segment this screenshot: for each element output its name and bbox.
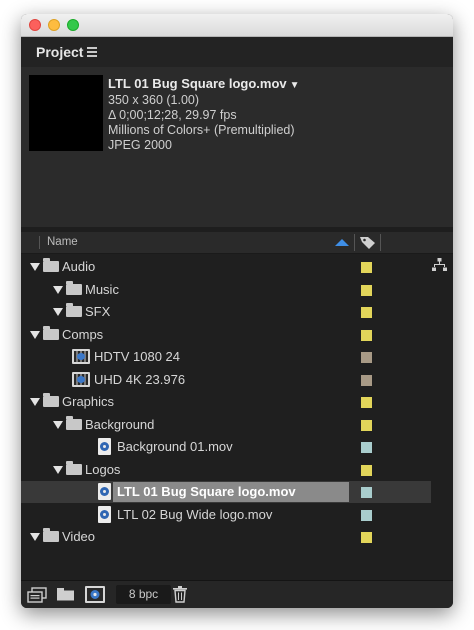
column-divider [39,236,40,249]
name-column-header[interactable]: Name [47,236,78,248]
folder-row[interactable]: Music [21,279,453,301]
footage-row[interactable]: LTL 02 Bug Wide logo.mov [21,504,453,526]
folder-icon [43,528,59,542]
composition-icon [72,371,90,387]
column-header: Name [21,232,453,254]
label-color-swatch[interactable] [361,397,372,408]
disclosure-triangle-icon[interactable] [53,420,63,429]
item-name: Background 01.mov [117,439,233,454]
label-color-swatch[interactable] [361,419,372,431]
folder-icon [66,415,82,430]
folder-row[interactable]: Audio [21,256,453,278]
item-name: Graphics [62,394,115,409]
minimize-window-button[interactable] [48,19,60,31]
folder-icon [66,460,82,475]
footage-row[interactable]: Background 01.mov [21,436,453,458]
label-color-swatch[interactable] [361,509,372,521]
label-color-swatch[interactable] [361,262,372,273]
folder-icon [43,325,59,340]
preview-meta-dimensions: 350 x 360 (1.00) [108,93,200,107]
composition-row[interactable]: HDTV 1080 24 [21,346,453,368]
label-color-swatch[interactable] [361,284,372,296]
folder-icon [66,280,82,295]
label-color-swatch[interactable] [361,487,372,498]
new-composition-icon[interactable] [85,586,105,603]
item-name: HDTV 1080 24 [94,349,180,364]
close-window-button[interactable] [29,19,41,31]
title-bar [21,14,453,37]
footage-file-icon [98,505,111,523]
item-name: UHD 4K 23.976 [94,371,186,387]
footage-row[interactable]: LTL 01 Bug Square logo.mov [21,481,453,503]
chevron-down-icon[interactable]: ▼ [290,80,300,91]
composition-row[interactable]: UHD 4K 23.976 [21,369,453,391]
folder-row[interactable]: Logos [21,459,453,481]
footage-file-icon [98,483,111,500]
panel-title[interactable]: Project [36,44,83,60]
item-name: Audio [62,259,96,274]
folder-row[interactable]: Video [21,526,453,548]
item-name: Logos [85,461,121,477]
preview-clip-name[interactable]: LTL 01 Bug Square logo.mov ▼ [108,76,300,91]
disclosure-triangle-icon[interactable] [30,398,40,406]
tag-icon[interactable] [359,235,377,250]
label-color-swatch[interactable] [361,464,372,476]
item-name: Background [85,416,155,432]
folder-row[interactable]: Graphics [21,391,453,413]
folder-icon [43,393,59,407]
item-name: LTL 02 Bug Wide logo.mov [117,506,273,522]
panel-menu-icon[interactable] [87,47,97,57]
label-color-swatch[interactable] [361,532,372,543]
disclosure-triangle-icon[interactable] [30,533,40,541]
project-item-list[interactable]: Audio Music SFX Comps HDTV 1080 24 UHD 4K 23.… [21,254,453,580]
panel-footer: 8 bpc [21,580,453,608]
column-divider[interactable] [354,234,355,251]
label-color-swatch[interactable] [361,374,372,386]
preview-meta-duration: Δ 0;00;12;28, 29.97 fps [108,108,237,122]
composition-icon [72,349,90,364]
preview-thumbnail [29,75,103,151]
folder-row[interactable]: Comps [21,324,453,346]
folder-row[interactable]: SFX [21,301,453,323]
disclosure-triangle-icon[interactable] [53,465,63,474]
new-folder-icon[interactable] [57,588,75,601]
column-divider[interactable] [380,234,381,251]
item-name: Comps [62,326,104,342]
bit-depth-button[interactable]: 8 bpc [116,585,171,604]
item-name: Music [85,281,119,297]
zoom-window-button[interactable] [67,19,79,31]
label-color-swatch[interactable] [361,329,372,341]
trash-icon[interactable] [173,586,187,603]
disclosure-triangle-icon[interactable] [53,285,63,294]
item-name: SFX [85,304,111,319]
preview-area: LTL 01 Bug Square logo.mov ▼ 350 x 360 (1… [21,67,453,275]
footage-file-icon [98,438,111,455]
sort-ascending-icon[interactable] [335,239,349,246]
folder-icon [66,303,82,317]
label-color-swatch[interactable] [361,442,372,453]
disclosure-triangle-icon[interactable] [53,308,63,316]
interpret-footage-icon[interactable] [27,587,47,603]
preview-meta-colors: Millions of Colors+ (Premultiplied) [108,123,295,137]
project-window: Project LTL 01 Bug Square logo.mov ▼ 350 … [21,14,453,608]
label-color-swatch[interactable] [361,307,372,318]
disclosure-triangle-icon[interactable] [30,263,40,271]
panel-tab-bar: Project [21,37,453,67]
preview-meta-codec: JPEG 2000 [108,138,172,152]
label-color-swatch[interactable] [361,352,372,363]
disclosure-triangle-icon[interactable] [30,330,40,339]
item-name: Video [62,529,96,544]
folder-row[interactable]: Background [21,414,453,436]
item-name: LTL 01 Bug Square logo.mov [117,484,296,499]
folder-icon [43,258,59,272]
